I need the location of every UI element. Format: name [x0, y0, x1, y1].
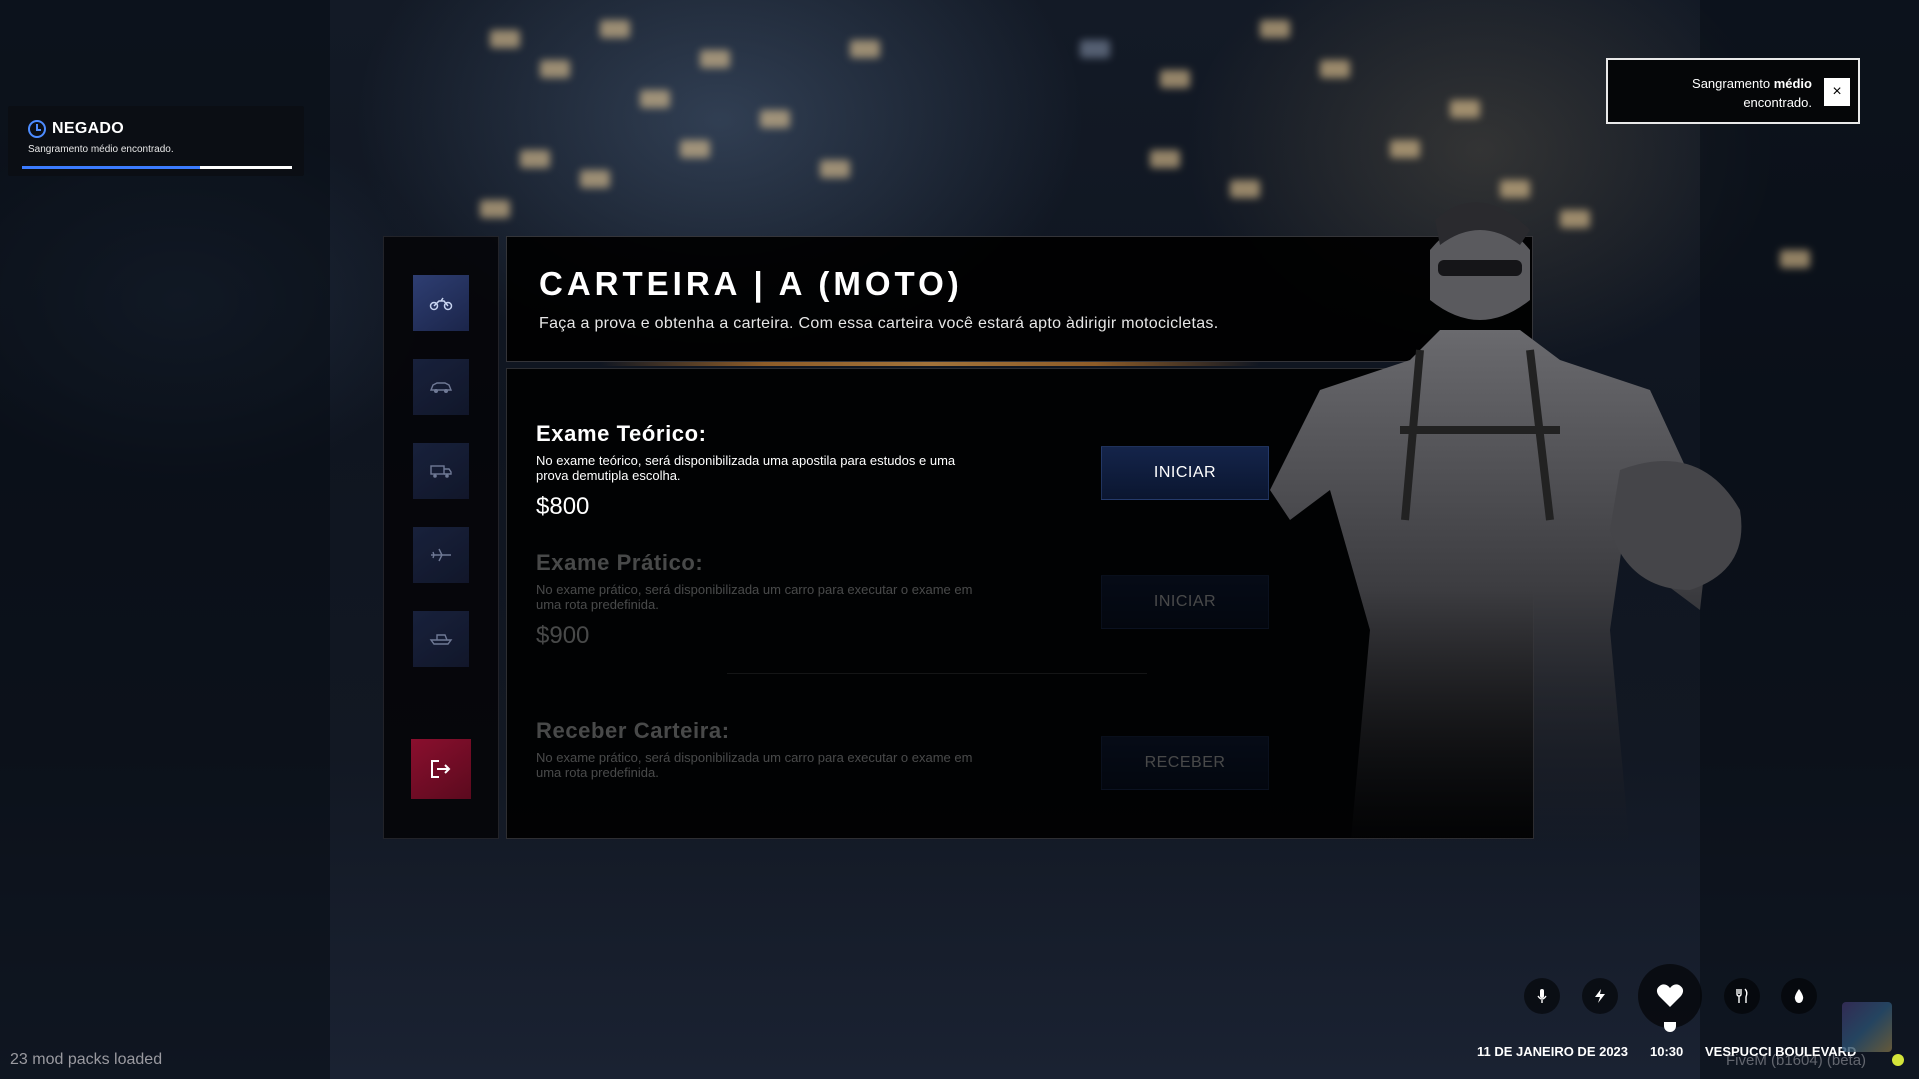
exit-button[interactable] [411, 739, 471, 799]
notification-message: Sangramento médio encontrado. [28, 144, 174, 155]
heart-icon [1656, 984, 1684, 1007]
practical-exam-price: $900 [536, 622, 590, 649]
microphone-hud [1524, 978, 1560, 1014]
hunger-hud [1724, 978, 1760, 1014]
theory-exam-description: No exame teórico, será disponibilizada u… [536, 453, 956, 483]
notification-progress-bar [22, 166, 292, 169]
hud-date: 11 DE JANEIRO DE 2023 [1477, 1044, 1629, 1059]
practical-exam-section: Exame Prático: No exame prático, será di… [536, 550, 986, 650]
status-dot [1892, 1054, 1904, 1066]
fivem-version: FiveM (b1604) (beta) [1726, 1052, 1867, 1069]
food-icon [1736, 988, 1748, 1003]
stamina-hud [1582, 978, 1618, 1014]
car-category-button[interactable] [413, 359, 469, 415]
mod-packs-status: 23 mod packs loaded [10, 1051, 163, 1068]
truck-icon [430, 465, 452, 478]
exit-icon [431, 760, 451, 778]
receive-license-section: Receber Carteira: No exame prático, será… [536, 718, 986, 780]
theory-exam-section: Exame Teórico: No exame teórico, será di… [536, 421, 986, 521]
receive-license-description: No exame prático, será disponibilizada u… [536, 750, 973, 780]
notification-text: Sangramento médio encontrado. [1692, 76, 1812, 110]
clock-icon [28, 120, 46, 138]
header-glow-line [600, 362, 1260, 366]
character-illustration [1270, 202, 1742, 850]
practical-exam-description: No exame prático, será disponibilizada u… [536, 582, 973, 612]
boat-icon [429, 634, 453, 645]
bleeding-notification: Sangramento médio encontrado. × [1606, 58, 1860, 124]
health-indicator [1664, 1022, 1676, 1032]
motorcycle-category-button[interactable] [413, 275, 469, 331]
thirst-hud [1781, 978, 1817, 1014]
truck-category-button[interactable] [413, 443, 469, 499]
notification-title: NEGADO [52, 120, 125, 137]
theory-exam-title: Exame Teórico: [536, 421, 707, 446]
practical-exam-title: Exame Prático: [536, 550, 704, 575]
lightning-icon [1595, 989, 1605, 1003]
theory-exam-price: $800 [536, 493, 590, 520]
airplane-icon [431, 548, 451, 562]
water-icon [1794, 989, 1804, 1003]
hud-time: 10:30 [1650, 1044, 1684, 1059]
receive-license-title: Receber Carteira: [536, 718, 730, 743]
page-title: CARTEIRA | A (MOTO) [539, 265, 963, 302]
minimap-icon [1842, 1002, 1892, 1052]
page-description: Faça a prova e obtenha a carteira. Com e… [539, 315, 1219, 332]
health-hud [1638, 964, 1702, 1028]
section-divider [727, 673, 1147, 674]
airplane-category-button[interactable] [413, 527, 469, 583]
motorcycle-icon [429, 297, 453, 311]
denied-notification: NEGADO Sangramento médio encontrado. [8, 106, 304, 176]
close-icon[interactable]: × [1824, 78, 1850, 106]
microphone-icon [1537, 989, 1547, 1003]
car-icon [429, 382, 453, 393]
license-category-sidebar [383, 236, 499, 839]
boat-category-button[interactable] [413, 611, 469, 667]
